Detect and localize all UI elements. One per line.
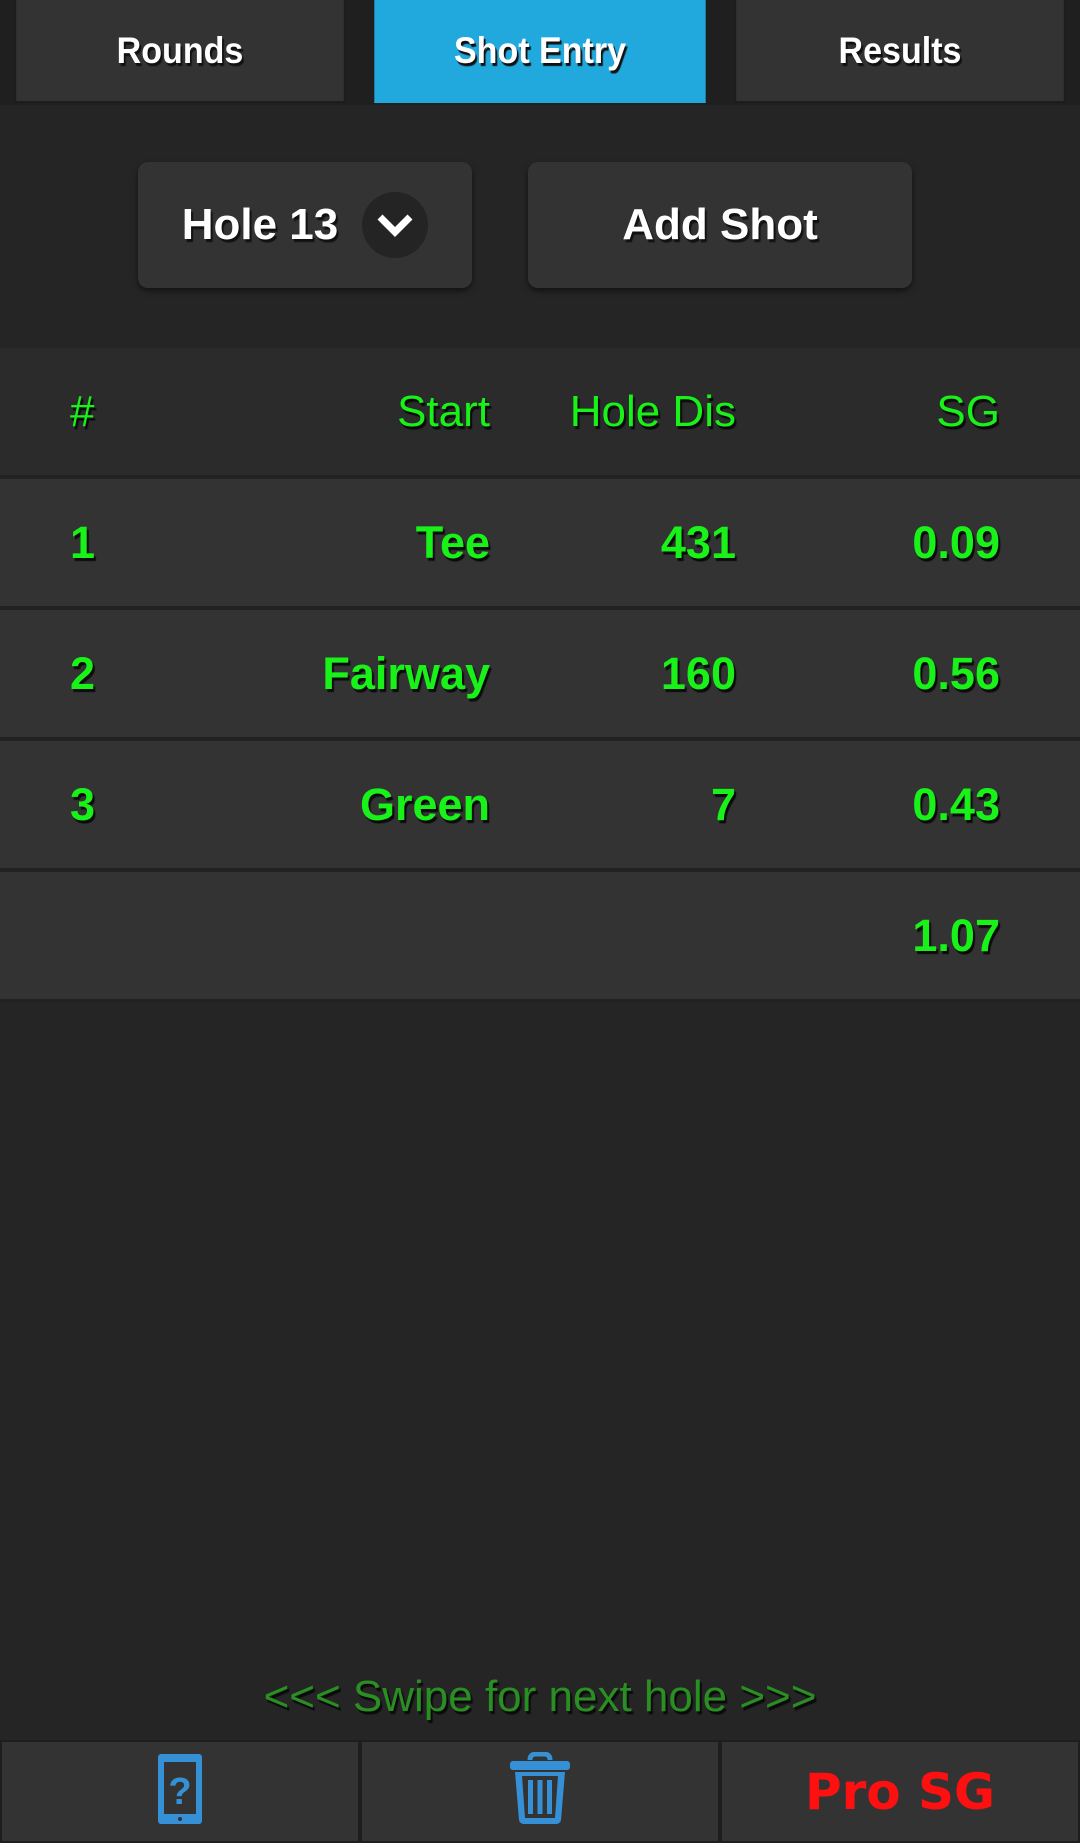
shots-table: # Start Hole Dis SG 1 Tee 431 0.09 2 Fai… xyxy=(0,348,1080,1003)
shot-hole-dis: 160 xyxy=(660,647,736,699)
tab-bar: Rounds Shot Entry Results xyxy=(0,0,1080,105)
chevron-down-icon xyxy=(362,192,429,258)
header-hole-dis: Hole Dis xyxy=(569,386,736,436)
tab-rounds[interactable]: Rounds xyxy=(14,0,346,103)
shot-start: Tee xyxy=(415,516,490,568)
shot-num: 1 xyxy=(70,516,96,568)
header-sg: SG xyxy=(936,386,1000,436)
shot-hole-dis: 431 xyxy=(660,516,736,568)
add-shot-button[interactable]: Add Shot xyxy=(528,162,912,288)
table-row[interactable]: 1 Tee 431 0.09 xyxy=(0,479,1080,610)
tab-shot-entry[interactable]: Shot Entry xyxy=(374,0,706,103)
header-start: Start xyxy=(397,386,490,436)
tab-results[interactable]: Results xyxy=(734,0,1066,103)
tab-rounds-label: Rounds xyxy=(116,29,244,71)
phone-help-icon: ? xyxy=(156,1752,204,1831)
hole-select-value: Hole 13 xyxy=(181,200,339,249)
help-button[interactable]: ? xyxy=(0,1740,360,1843)
table-header: # Start Hole Dis SG xyxy=(0,348,1080,479)
shot-num: 3 xyxy=(70,778,96,830)
shot-sg: 0.09 xyxy=(912,516,1000,568)
trash-icon xyxy=(508,1751,572,1831)
header-num: # xyxy=(70,386,95,436)
bottom-bar: ? Pro SG xyxy=(0,1740,1080,1843)
tab-shot-entry-label: Shot Entry xyxy=(453,29,627,71)
shot-sg: 0.56 xyxy=(912,647,1000,699)
table-row[interactable]: 3 Green 7 0.43 xyxy=(0,741,1080,872)
pro-sg-button[interactable]: Pro SG xyxy=(720,1740,1080,1843)
tab-results-label: Results xyxy=(838,29,962,71)
delete-button[interactable] xyxy=(360,1740,720,1843)
hole-select-dropdown[interactable]: Hole 13 xyxy=(138,162,472,288)
svg-text:?: ? xyxy=(168,1771,191,1813)
shot-start: Green xyxy=(359,778,490,830)
shot-num: 2 xyxy=(70,647,96,699)
total-row: 1.07 xyxy=(0,872,1080,1003)
pro-sg-label: Pro SG xyxy=(804,1762,996,1821)
table-row[interactable]: 2 Fairway 160 0.56 xyxy=(0,610,1080,741)
shot-sg: 0.43 xyxy=(912,778,1000,830)
shot-start: Fairway xyxy=(322,647,490,699)
shot-hole-dis: 7 xyxy=(710,778,736,830)
add-shot-label: Add Shot xyxy=(622,200,818,249)
swipe-hint: <<< Swipe for next hole >>> xyxy=(263,1672,817,1721)
controls: Hole 13 Add Shot xyxy=(0,162,1080,290)
total-sg: 1.07 xyxy=(912,909,1000,961)
